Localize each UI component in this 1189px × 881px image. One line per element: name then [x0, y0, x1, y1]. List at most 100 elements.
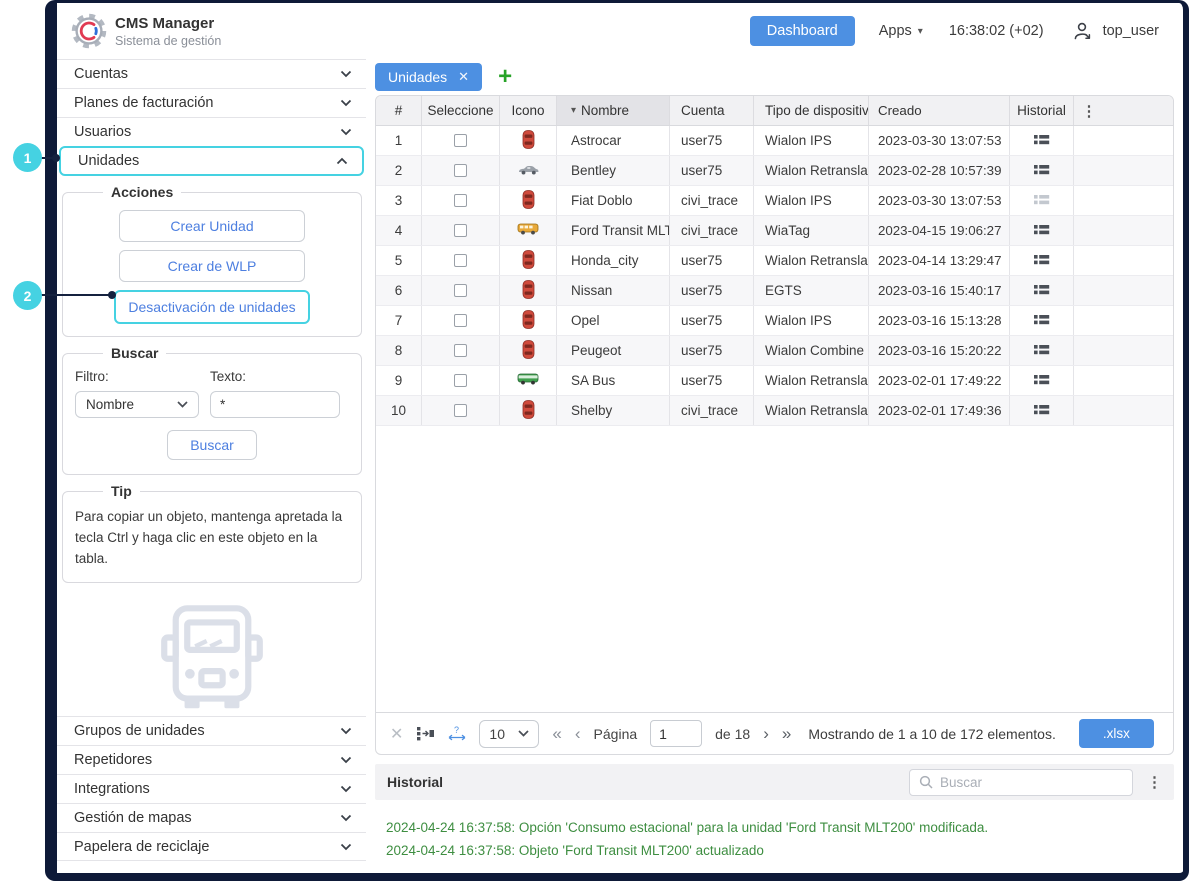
row-checkbox[interactable] — [454, 344, 467, 357]
sidebar-item-integrations[interactable]: Integrations — [57, 774, 366, 803]
sidebar-item-repetidores[interactable]: Repetidores — [57, 745, 366, 774]
action-button-crear-unidad[interactable]: Crear Unidad — [119, 210, 305, 242]
row-checkbox[interactable] — [454, 254, 467, 267]
table-header: # Seleccione Icono ▾ Nombre Cuenta Tipo … — [376, 96, 1173, 126]
app-subtitle: Sistema de gestión — [115, 34, 221, 48]
clear-selection-icon[interactable]: ✕ — [390, 724, 403, 744]
table-row[interactable]: 2 Bentley user75 Wialon Retranslat 2023-… — [376, 156, 1173, 186]
search-button[interactable]: Buscar — [167, 430, 257, 460]
sidebar-item-grupos-de-unidades[interactable]: Grupos de unidades — [57, 716, 366, 745]
first-page-icon[interactable]: « — [552, 725, 561, 742]
car-red-top-icon — [522, 340, 535, 362]
row-checkbox[interactable] — [454, 164, 467, 177]
history-list-icon[interactable] — [1033, 313, 1050, 329]
tab-close-icon[interactable]: ✕ — [458, 69, 469, 85]
table-body: 1 Astrocar user75 Wialon IPS 2023-03-30 … — [376, 126, 1173, 426]
cell-name: Honda_city — [557, 246, 670, 275]
history-list-icon[interactable] — [1033, 193, 1050, 209]
apps-menu[interactable]: Apps ▾ — [879, 23, 923, 39]
history-list-icon[interactable] — [1033, 253, 1050, 269]
choose-columns-icon[interactable] — [416, 726, 435, 741]
column-header-created[interactable]: Creado — [869, 96, 1010, 125]
svg-text:?: ? — [454, 725, 459, 735]
export-xlsx-button[interactable]: .xlsx — [1079, 719, 1154, 748]
history-list-icon[interactable] — [1033, 343, 1050, 359]
action-button-crear-de-wlp[interactable]: Crear de WLP — [119, 250, 305, 282]
next-page-icon[interactable]: › — [763, 725, 769, 742]
car-red-top-icon — [522, 190, 535, 212]
sidebar-top-list: Cuentas Planes de facturación Usuarios U… — [57, 59, 366, 176]
table-row[interactable]: 8 Peugeot user75 Wialon Combine 2023-03-… — [376, 336, 1173, 366]
search-group: Buscar Filtro: Nombre Texto: Buscar — [62, 345, 362, 475]
cell-created: 2023-03-16 15:40:17 — [869, 276, 1010, 305]
sidebar-item-usuarios[interactable]: Usuarios — [57, 117, 366, 146]
column-header-icon[interactable]: Icono — [500, 96, 557, 125]
search-text-input[interactable] — [210, 391, 340, 418]
history-list-icon[interactable] — [1033, 283, 1050, 299]
table-row[interactable]: 9 SA Bus user75 Wialon Retranslat 2023-0… — [376, 366, 1173, 396]
add-tab-button[interactable]: + — [498, 65, 512, 89]
tab-unidades[interactable]: Unidades ✕ — [375, 63, 482, 91]
filter-select[interactable]: Nombre — [75, 391, 199, 418]
chevron-down-icon — [340, 756, 352, 764]
cell-account: user75 — [670, 246, 754, 275]
history-list-icon[interactable] — [1033, 163, 1050, 179]
cell-created: 2023-03-16 15:20:22 — [869, 336, 1010, 365]
table-row[interactable]: 6 Nissan user75 EGTS 2023-03-16 15:40:17 — [376, 276, 1173, 306]
column-menu-icon[interactable]: ⋮ — [1082, 102, 1097, 120]
history-search-input[interactable] — [940, 775, 1123, 790]
column-header-num[interactable]: # — [376, 96, 422, 125]
column-header-history[interactable]: Historial — [1010, 96, 1074, 125]
chevron-down-icon — [340, 99, 352, 107]
cell-account: user75 — [670, 306, 754, 335]
sidebar-item-cuentas[interactable]: Cuentas — [57, 59, 366, 88]
row-checkbox[interactable] — [454, 134, 467, 147]
fit-columns-icon[interactable]: ? — [448, 725, 466, 742]
row-checkbox[interactable] — [454, 314, 467, 327]
page-number-input[interactable] — [650, 720, 702, 747]
table-row[interactable]: 7 Opel user75 Wialon IPS 2023-03-16 15:1… — [376, 306, 1173, 336]
column-header-devicetype[interactable]: Tipo de dispositiv — [754, 96, 869, 125]
row-checkbox[interactable] — [454, 194, 467, 207]
history-list-icon[interactable] — [1033, 403, 1050, 419]
row-checkbox[interactable] — [454, 224, 467, 237]
sidebar-bottom-list: Grupos de unidades Repetidores Integrati… — [57, 716, 366, 861]
sidebar-item-planes-de-facturaci-n[interactable]: Planes de facturación — [57, 88, 366, 117]
history-menu-icon[interactable]: ⋮ — [1147, 773, 1162, 791]
table-row[interactable]: 4 Ford Transit MLT2 civi_trace WiaTag 20… — [376, 216, 1173, 246]
sidebar-item-label: Integrations — [74, 781, 150, 797]
row-checkbox[interactable] — [454, 404, 467, 417]
page-size-select[interactable]: 10 — [479, 720, 539, 748]
column-header-select[interactable]: Seleccione — [422, 96, 500, 125]
history-list-icon[interactable] — [1033, 133, 1050, 149]
app-window: CMS Manager Sistema de gestión Dashboard… — [45, 0, 1189, 881]
sidebar-item-papelera-de-reciclaje[interactable]: Papelera de reciclaje — [57, 832, 366, 861]
table-row[interactable]: 5 Honda_city user75 Wialon Retranslat 20… — [376, 246, 1173, 276]
row-checkbox[interactable] — [454, 284, 467, 297]
sidebar-item-gesti-n-de-mapas[interactable]: Gestión de mapas — [57, 803, 366, 832]
user-menu[interactable]: top_user — [1072, 21, 1159, 42]
prev-page-icon[interactable]: ‹ — [575, 725, 581, 742]
car-gray-side-icon — [518, 163, 539, 178]
column-header-name[interactable]: ▾ Nombre — [557, 96, 670, 125]
action-button-desactivaci-n-de-unidades[interactable]: Desactivación de unidades — [114, 290, 309, 324]
text-label: Texto: — [210, 369, 340, 384]
cell-created: 2023-02-28 10:57:39 — [869, 156, 1010, 185]
dashboard-button[interactable]: Dashboard — [750, 16, 855, 46]
filter-select-value: Nombre — [86, 397, 134, 412]
last-page-icon[interactable]: » — [782, 725, 791, 742]
cell-account: user75 — [670, 276, 754, 305]
history-list-icon[interactable] — [1033, 373, 1050, 389]
sidebar-item-unidades[interactable]: Unidades — [59, 146, 364, 176]
table-row[interactable]: 3 Fiat Doblo civi_trace Wialon IPS 2023-… — [376, 186, 1173, 216]
history-search-box[interactable] — [909, 769, 1133, 796]
history-list-icon[interactable] — [1033, 223, 1050, 239]
row-checkbox[interactable] — [454, 374, 467, 387]
units-table: # Seleccione Icono ▾ Nombre Cuenta Tipo … — [375, 95, 1174, 755]
clock: 16:38:02 (+02) — [949, 23, 1044, 39]
main-area: Unidades ✕ + # Seleccione Icono ▾ Nombre… — [366, 59, 1183, 873]
history-log-area: 2024-04-24 16:37:58: Opción 'Consumo est… — [375, 800, 1174, 873]
table-row[interactable]: 1 Astrocar user75 Wialon IPS 2023-03-30 … — [376, 126, 1173, 156]
table-row[interactable]: 10 Shelby civi_trace Wialon Retranslat 2… — [376, 396, 1173, 426]
column-header-account[interactable]: Cuenta — [670, 96, 754, 125]
